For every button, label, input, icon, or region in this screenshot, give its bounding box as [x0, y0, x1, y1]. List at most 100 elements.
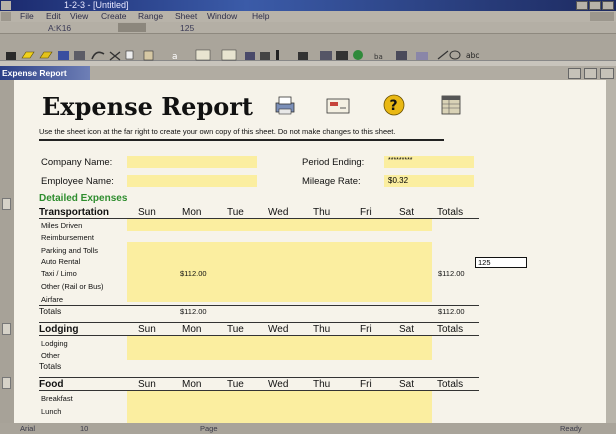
document-title-tab: Expense Report — [0, 66, 90, 80]
taxi-total-value: $112.00 — [438, 269, 465, 278]
mileage-rate-value: $0.32 — [388, 176, 409, 185]
lodging-col-wed: Wed — [268, 324, 289, 335]
lodging-col-tue: Tue — [227, 324, 244, 335]
lodging-col-thu: Thu — [313, 324, 331, 335]
food-col-mon: Mon — [182, 379, 202, 390]
row-breakfast: Breakfast — [41, 394, 73, 403]
grid-icon — [336, 51, 348, 60]
arrow-icon — [437, 50, 449, 60]
food-col-sun: Sun — [138, 379, 156, 390]
food-col-sat: Sat — [399, 379, 415, 390]
left-frame — [0, 80, 14, 423]
row-other-rail-bus: Other (Rail or Bus) — [41, 282, 104, 291]
menu-sheet[interactable]: Sheet — [175, 11, 197, 22]
section-rule — [39, 322, 479, 323]
menu-bar: File Edit View Create Range Sheet Window… — [0, 11, 616, 22]
open-file-icon — [39, 51, 53, 59]
row-reimbursement: Reimbursement — [41, 233, 94, 242]
mileage-rate-label: Mileage Rate: — [302, 176, 361, 187]
food-col-tue: Tue — [227, 379, 244, 390]
miles-driven-input-row[interactable] — [127, 219, 432, 231]
edit-line: A:K16 125 — [0, 22, 616, 34]
navigator-button[interactable] — [118, 23, 146, 32]
row-airfare: Airfare — [41, 295, 64, 304]
lodging-col-totals: Totals — [437, 324, 464, 335]
spell-check-icon: abc — [466, 51, 479, 60]
row-marker[interactable] — [2, 198, 11, 210]
transport-totals-total: $112.00 — [438, 307, 465, 316]
ellipse-icon — [449, 50, 461, 60]
app-control-menu-icon[interactable] — [1, 1, 11, 10]
food-col-totals: Totals — [437, 379, 464, 390]
doc-maximize-button[interactable] — [584, 68, 597, 79]
transport-input-area[interactable] — [127, 242, 432, 302]
selected-cell[interactable]: 125 — [475, 257, 527, 268]
menu-help[interactable]: Help — [252, 11, 269, 22]
undo-icon — [91, 51, 105, 60]
title-bar: 1-2-3 - [Untitled] — [0, 0, 616, 11]
food-input-area[interactable] — [127, 391, 432, 423]
row-marker[interactable] — [2, 323, 11, 335]
status-font[interactable]: Arial — [20, 424, 35, 433]
totals-rule — [39, 305, 479, 306]
taxi-mon-value[interactable]: $112.00 — [180, 269, 207, 278]
cell-contents-box[interactable]: 125 — [180, 23, 194, 33]
lodging-heading: Lodging — [39, 324, 79, 335]
period-ending-label: Period Ending: — [302, 157, 365, 168]
company-name-field[interactable] — [127, 156, 257, 168]
menu-file[interactable]: File — [20, 11, 34, 22]
col-mon: Mon — [182, 207, 202, 218]
food-heading: Food — [39, 379, 64, 390]
doc-close-button[interactable] — [600, 68, 614, 79]
chart-icon — [195, 49, 211, 61]
vertical-scrollbar[interactable] — [606, 80, 616, 423]
row-miles-driven: Miles Driven — [41, 221, 83, 230]
cell-address-box[interactable]: A:K16 — [48, 23, 71, 33]
document-restore-button[interactable] — [590, 12, 614, 21]
period-ending-field[interactable]: ********* — [384, 156, 474, 168]
status-page[interactable]: Page — [200, 424, 218, 433]
document-title: Expense Report — [2, 68, 67, 78]
col-sun: Sun — [138, 207, 156, 218]
employee-name-field[interactable] — [127, 175, 257, 187]
mileage-rate-field[interactable]: $0.32 — [384, 175, 474, 187]
col-wed: Wed — [268, 207, 289, 218]
window-title: 1-2-3 - [Untitled] — [64, 0, 129, 10]
doc-minimize-button[interactable] — [568, 68, 581, 79]
row-marker[interactable] — [2, 377, 11, 389]
lodging-input-area[interactable] — [127, 336, 432, 360]
mail-icon[interactable] — [326, 96, 352, 116]
row-taxi-limo: Taxi / Limo — [41, 269, 77, 278]
period-ending-value: ********* — [388, 157, 413, 164]
lodging-col-fri: Fri — [360, 324, 372, 335]
detailed-expenses-heading: Detailed Expenses — [39, 193, 128, 204]
bold-icon: a — [172, 52, 178, 61]
col-sat: Sat — [399, 207, 415, 218]
col-totals: Totals — [437, 207, 464, 218]
document-control-menu-icon[interactable] — [1, 12, 11, 21]
status-size[interactable]: 10 — [80, 424, 88, 433]
minimize-button[interactable] — [576, 1, 588, 10]
row-lodging: Lodging — [41, 339, 68, 348]
close-button[interactable] — [602, 1, 614, 10]
instructions-text: Use the sheet icon at the far right to c… — [39, 127, 396, 136]
maximize-button[interactable] — [589, 1, 601, 10]
menu-range[interactable]: Range — [138, 11, 163, 22]
drawing-icon — [221, 49, 237, 61]
sort-icon — [320, 51, 332, 60]
employee-name-label: Employee Name: — [41, 176, 114, 187]
spreadsheet-area[interactable]: Expense Report ? Use the sheet icon at t… — [14, 80, 606, 423]
range-icon — [245, 52, 255, 60]
menu-view[interactable]: View — [70, 11, 88, 22]
menu-window[interactable]: Window — [207, 11, 237, 22]
row-parking-tolls: Parking and Tolls — [41, 246, 98, 255]
status-mode: Ready — [560, 424, 582, 433]
menu-create[interactable]: Create — [101, 11, 127, 22]
open-folder-icon — [21, 51, 35, 59]
web-icon — [353, 50, 363, 60]
copy-sheet-icon[interactable] — [440, 94, 462, 116]
print-sheet-icon[interactable] — [274, 94, 296, 116]
selected-cell-value: 125 — [478, 258, 491, 267]
menu-edit[interactable]: Edit — [46, 11, 61, 22]
help-icon[interactable]: ? — [383, 94, 405, 116]
